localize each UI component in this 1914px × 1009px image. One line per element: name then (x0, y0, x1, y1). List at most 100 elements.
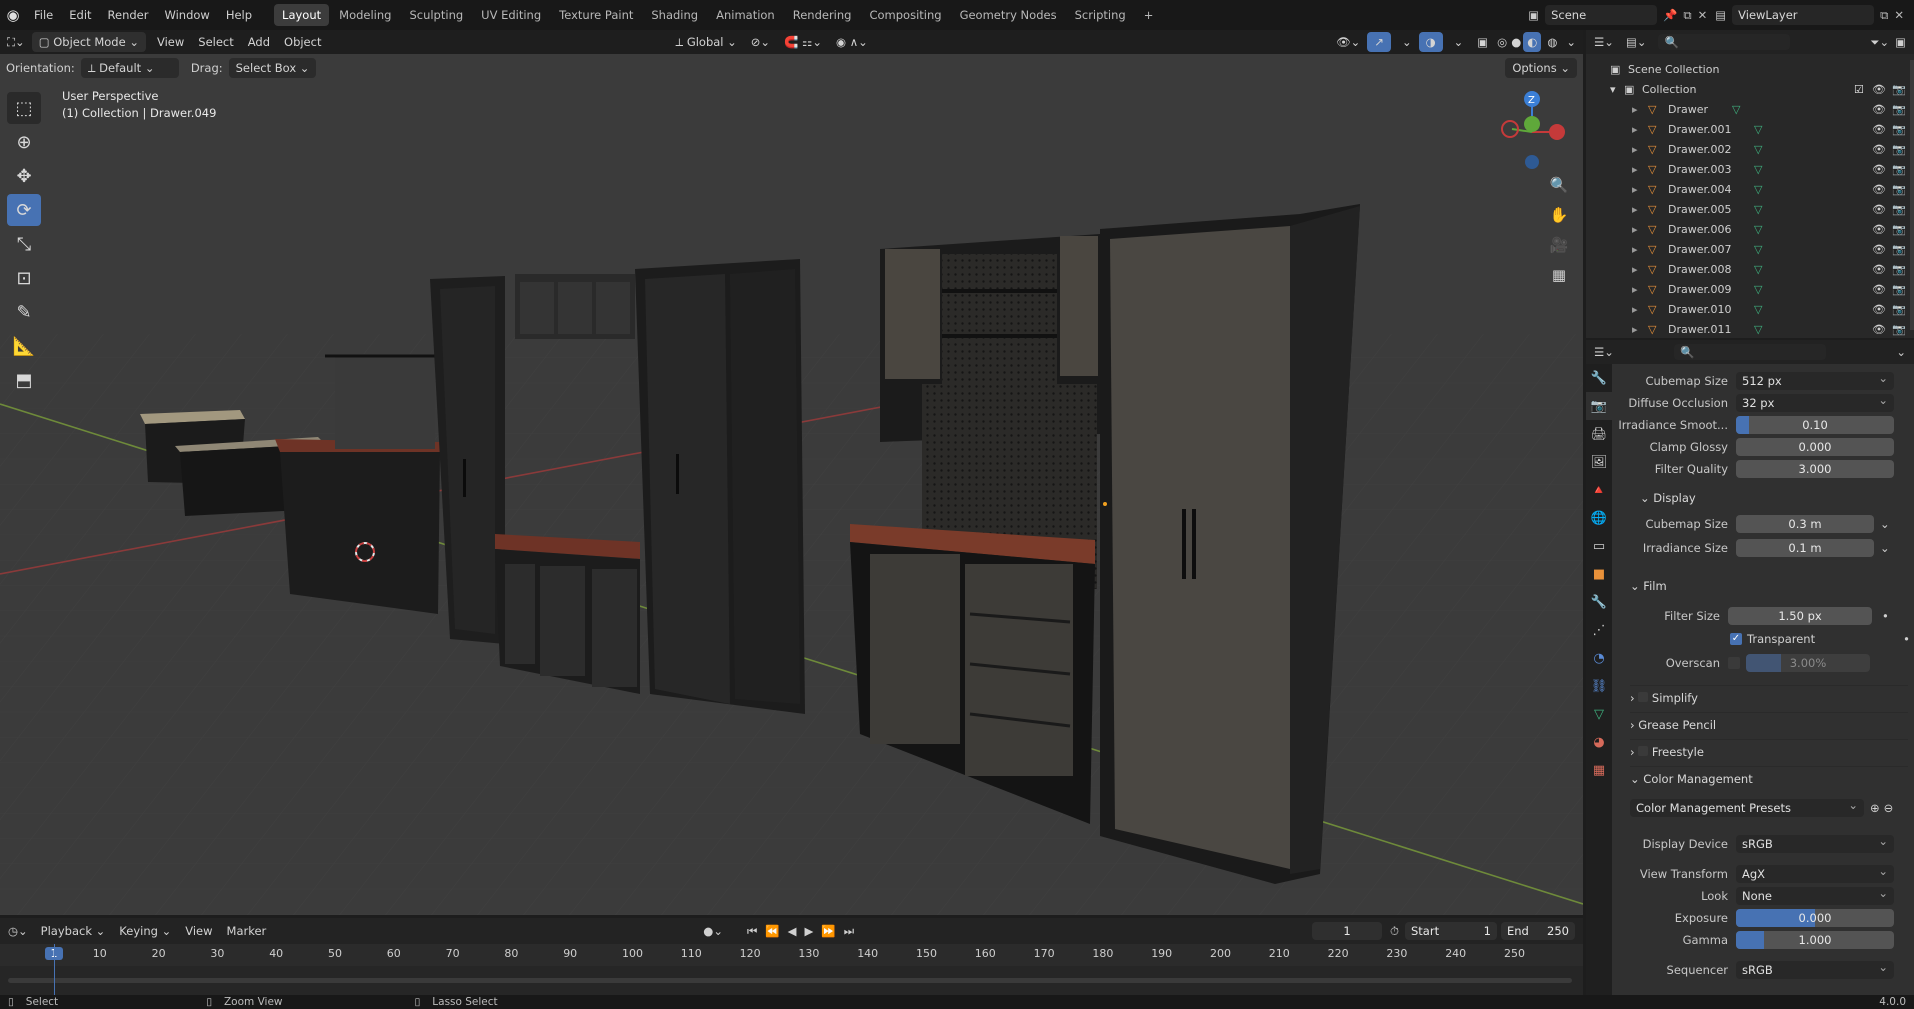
prev-keyframe-icon[interactable]: ⏪ (765, 924, 779, 938)
tab-compositing[interactable]: Compositing (861, 4, 949, 26)
eye-icon[interactable]: 👁 (1872, 100, 1886, 120)
drag-dropdown[interactable]: Select Box ⌄ (228, 57, 317, 78)
film-section-header[interactable]: ⌄ Film (1630, 574, 1667, 598)
scene-icon[interactable]: ▣ (1528, 8, 1539, 22)
tab-texture-paint[interactable]: Texture Paint (551, 4, 641, 26)
visibility-icon[interactable]: 👁⌄ (1329, 32, 1367, 52)
eye-icon[interactable]: 👁 (1872, 220, 1886, 240)
overscan-slider[interactable]: 3.00% (1746, 654, 1870, 672)
outliner-item[interactable]: ▸ ▽ Drawer.002 ▽ 👁 📷 (1586, 140, 1914, 160)
tab-shading[interactable]: Shading (643, 4, 706, 26)
expand-arrow-icon[interactable]: ▸ (1632, 120, 1638, 140)
mode-dropdown[interactable]: ▢ Object Mode ⌄ (31, 32, 146, 52)
next-keyframe-icon[interactable]: ⏩ (821, 924, 835, 938)
jump-end-icon[interactable]: ⏭ (844, 924, 854, 939)
outliner-item[interactable]: ▸ ▽ Drawer.004 ▽ 👁 📷 (1586, 180, 1914, 200)
add-workspace-button[interactable]: + (1136, 4, 1162, 26)
menu-window[interactable]: Window (156, 0, 217, 30)
menu-edit[interactable]: Edit (61, 0, 99, 30)
tab-layout[interactable]: Layout (274, 4, 330, 26)
transform-tool-icon[interactable]: ⊡ (7, 262, 41, 294)
outliner-editor-icon[interactable]: ☰⌄ (1594, 35, 1614, 49)
transparent-checkbox[interactable]: ✓ (1730, 633, 1742, 645)
snap-icon[interactable]: 🧲 ⚏⌄ (777, 32, 829, 52)
camera-render-icon[interactable]: 📷 (1892, 140, 1906, 160)
collection-tab-icon[interactable]: ▭ (1586, 532, 1612, 560)
menu-add[interactable]: Add (241, 32, 277, 52)
mesh-data-icon[interactable]: ▽ (1754, 280, 1762, 300)
mesh-data-icon[interactable]: ▽ (1754, 160, 1762, 180)
tab-uv-editing[interactable]: UV Editing (473, 4, 549, 26)
timeline-scrollbar[interactable] (8, 978, 1572, 983)
display-mode-icon[interactable]: ▤⌄ (1626, 35, 1647, 49)
outliner-item[interactable]: ▸ ▽ Drawer.011 ▽ 👁 📷 (1586, 320, 1914, 340)
gizmo-toggle-icon[interactable]: ↗ (1367, 32, 1391, 52)
blender-logo-icon[interactable]: ◉ (0, 6, 26, 24)
mesh-data-icon[interactable]: ▽ (1754, 140, 1762, 160)
display-device-dropdown[interactable]: sRGB (1736, 832, 1894, 853)
expand-arrow-icon[interactable]: ▸ (1632, 300, 1638, 320)
simplify-section-header[interactable]: › Simplify (1630, 685, 1908, 710)
mesh-data-icon[interactable]: ▽ (1754, 260, 1762, 280)
camera-render-icon[interactable]: 📷 (1892, 300, 1906, 320)
mesh-data-icon[interactable]: ▽ (1754, 240, 1762, 260)
clamp-glossy-field[interactable]: 0.000 (1736, 438, 1894, 456)
outliner-item[interactable]: ▸ ▽ Drawer.001 ▽ 👁 📷 (1586, 120, 1914, 140)
object-tab-icon[interactable]: ■ (1586, 560, 1612, 588)
scene-tab-icon[interactable]: 🔺 (1586, 476, 1612, 504)
menu-render[interactable]: Render (100, 0, 157, 30)
scene-field[interactable]: Scene (1545, 5, 1658, 25)
xray-icon[interactable]: ▣ (1470, 32, 1495, 52)
outliner-search-input[interactable]: 🔍 (1658, 34, 1791, 50)
play-icon[interactable]: ▶ (805, 924, 814, 938)
shading-dropdown-icon[interactable]: ⌄ (1559, 32, 1583, 52)
tab-scripting[interactable]: Scripting (1067, 4, 1134, 26)
camera-render-icon[interactable]: 📷 (1892, 100, 1906, 120)
add-cube-tool-icon[interactable]: ⬒ (7, 364, 41, 396)
grease-pencil-section-header[interactable]: › Grease Pencil (1630, 712, 1908, 737)
cubemap-size-dropdown[interactable]: 512 px (1736, 369, 1894, 390)
outliner-item[interactable]: ▸ ▽ Drawer.006 ▽ 👁 📷 (1586, 220, 1914, 240)
freestyle-checkbox[interactable] (1638, 746, 1649, 756)
animate-property-icon[interactable]: ⌄ (1880, 541, 1890, 555)
outliner-item[interactable]: ▸ ▽ Drawer.010 ▽ 👁 📷 (1586, 300, 1914, 320)
world-tab-icon[interactable]: 🌐 (1586, 504, 1612, 532)
new-scene-icon[interactable]: ⧉ (1683, 8, 1691, 23)
overlay-dropdown-icon[interactable]: ⌄ (1447, 32, 1471, 52)
camera-render-icon[interactable]: 📷 (1892, 160, 1906, 180)
exposure-slider[interactable]: 0.000 (1736, 909, 1894, 927)
frame-ruler[interactable]: 1102030405060708090100110120130140150160… (0, 944, 1583, 966)
checkbox-icon[interactable]: ☑ (1854, 80, 1864, 100)
menu-file[interactable]: File (26, 0, 61, 30)
expand-arrow-icon[interactable]: ▸ (1632, 200, 1638, 220)
view-layer-field[interactable]: ViewLayer (1732, 5, 1875, 25)
expand-arrow-icon[interactable]: ▸ (1632, 160, 1638, 180)
camera-render-icon[interactable]: 📷 (1892, 120, 1906, 140)
output-tab-icon[interactable]: 🖨 (1586, 420, 1612, 448)
display-cubemap-field[interactable]: 0.3 m (1736, 515, 1874, 533)
expand-arrow-icon[interactable]: ▸ (1632, 180, 1638, 200)
collection-row[interactable]: ▾ ▣ Collection ☑ 👁 📷 (1586, 80, 1914, 100)
physics-tab-icon[interactable]: ◔ (1586, 644, 1612, 672)
eye-icon[interactable]: 👁 (1872, 280, 1886, 300)
start-frame-field[interactable]: Start 1 (1405, 922, 1497, 940)
eye-icon[interactable]: 👁 (1872, 320, 1886, 340)
tab-modeling[interactable]: Modeling (331, 4, 399, 26)
menu-select[interactable]: Select (191, 32, 240, 52)
clock-icon[interactable]: ⏱ (1390, 924, 1399, 939)
move-tool-icon[interactable]: ✥ (7, 160, 41, 192)
tab-rendering[interactable]: Rendering (785, 4, 860, 26)
3d-viewport[interactable]: Z User Perspective (1) Collection | Draw… (0, 54, 1583, 915)
filter-quality-field[interactable]: 3.000 (1736, 460, 1894, 478)
menu-view[interactable]: View (178, 921, 219, 941)
tab-sculpting[interactable]: Sculpting (401, 4, 471, 26)
eye-icon[interactable]: 👁 (1872, 180, 1886, 200)
record-icon[interactable]: ●⌄ (703, 924, 723, 938)
navigation-gizmo[interactable]: Z (1501, 91, 1565, 169)
eye-icon[interactable]: 👁 (1872, 300, 1886, 320)
camera-render-icon[interactable]: 📷 (1892, 200, 1906, 220)
current-frame-field[interactable]: 1 (1312, 922, 1383, 940)
expand-arrow-icon[interactable]: ▸ (1632, 320, 1638, 340)
tab-geometry-nodes[interactable]: Geometry Nodes (952, 4, 1065, 26)
perspective-grid-icon[interactable]: ▦ (1546, 262, 1572, 288)
